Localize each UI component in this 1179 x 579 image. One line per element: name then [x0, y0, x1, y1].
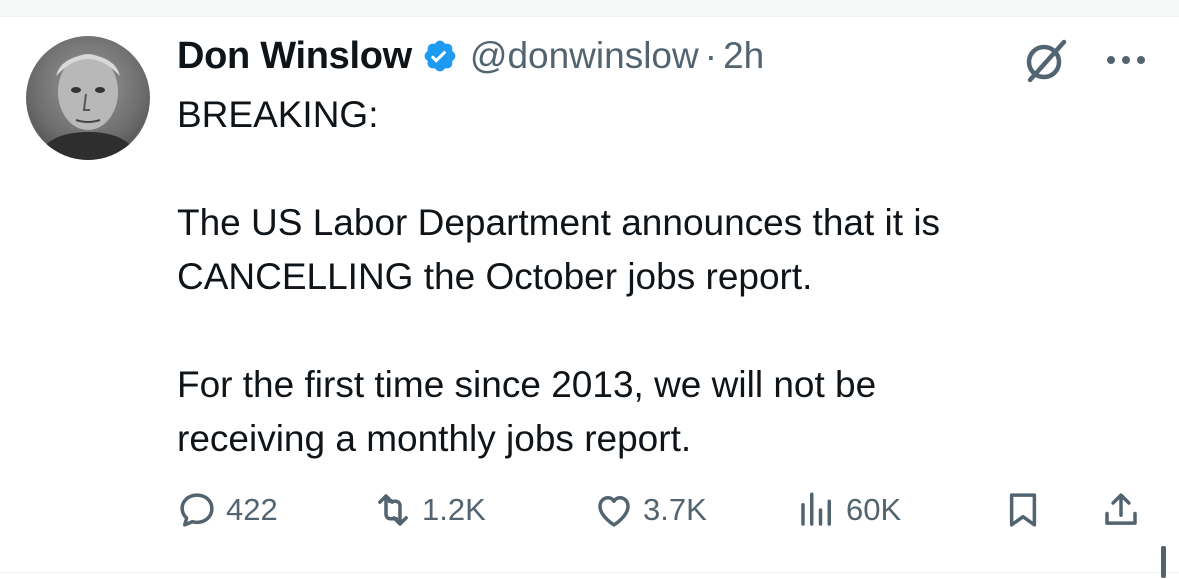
like-button[interactable]: 3.7K — [593, 484, 707, 536]
retweet-count: 1.2K — [422, 492, 486, 527]
more-icon[interactable] — [1104, 48, 1148, 72]
reply-icon — [180, 493, 214, 527]
author-handle[interactable]: @donwinslow — [470, 35, 699, 77]
share-icon — [1105, 493, 1137, 525]
avatar-portrait-icon — [36, 54, 140, 160]
bookmark-icon — [1009, 493, 1037, 527]
tweet-line: The US Labor Department announces that i… — [177, 202, 941, 243]
tweet-line: For the first time since 2013, we will n… — [177, 364, 877, 405]
top-divider — [0, 0, 1179, 17]
retweet-button[interactable]: 1.2K — [372, 484, 486, 536]
verified-badge-icon — [422, 38, 458, 74]
author-name[interactable]: Don Winslow — [177, 35, 412, 78]
retweet-icon — [378, 494, 408, 526]
like-count: 3.7K — [643, 492, 707, 527]
share-button[interactable] — [1100, 484, 1142, 536]
timestamp[interactable]: 2h — [723, 35, 764, 77]
scrollbar-thumb[interactable] — [1161, 546, 1166, 578]
tweet-line: CANCELLING the October jobs report. — [177, 256, 813, 297]
reply-count: 422 — [226, 492, 278, 527]
tweet-line: BREAKING: — [177, 94, 379, 135]
reply-button[interactable]: 422 — [176, 484, 278, 536]
views-button[interactable]: 60K — [796, 484, 901, 536]
tweet-header: Don Winslow @donwinslow · 2h — [177, 30, 764, 82]
like-icon — [598, 496, 630, 527]
tweet-text: BREAKING: The US Labor Department announ… — [177, 88, 1137, 466]
avatar[interactable] — [26, 36, 150, 160]
views-icon — [801, 492, 831, 526]
tweet-line: receiving a monthly jobs report. — [177, 418, 692, 459]
separator-dot: · — [704, 35, 718, 76]
bookmark-button[interactable] — [1002, 484, 1044, 536]
views-count: 60K — [846, 492, 902, 527]
grok-icon[interactable] — [1022, 36, 1070, 84]
action-bar: 422 1.2K 3.7K 60K — [176, 484, 1146, 536]
